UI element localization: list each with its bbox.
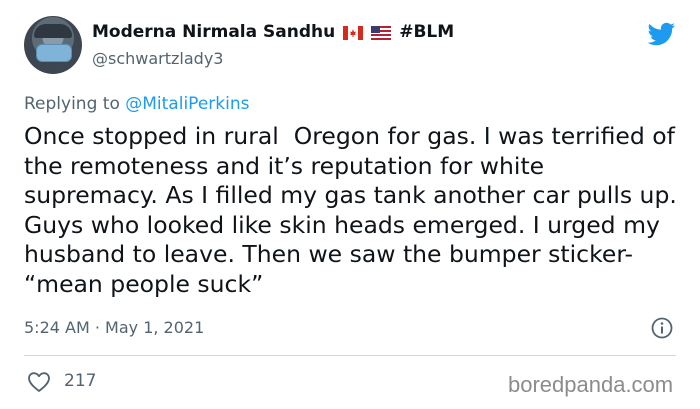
info-icon[interactable]	[650, 316, 674, 340]
like-heart-icon[interactable]	[27, 371, 51, 393]
us-flag-icon	[371, 26, 392, 40]
reply-mention-link[interactable]: @MitaliPerkins	[125, 94, 249, 114]
user-handle[interactable]: @schwartzlady3	[92, 49, 223, 68]
hashtag[interactable]: #BLM	[399, 22, 454, 42]
author-name-row[interactable]: Moderna Nirmala Sandhu #BLM	[92, 22, 454, 42]
avatar-face-mask	[36, 44, 72, 62]
replying-to: Replying to @MitaliPerkins	[24, 94, 249, 114]
avatar-hat	[34, 24, 72, 38]
avatar[interactable]	[24, 16, 82, 74]
tweet-text: Once stopped in rural Oregon for gas. I …	[24, 122, 685, 298]
like-count: 217	[64, 371, 97, 391]
display-name[interactable]: Moderna Nirmala Sandhu	[92, 22, 335, 42]
tweet-timestamp[interactable]: 5:24 AM · May 1, 2021	[24, 318, 204, 337]
divider	[24, 355, 676, 356]
replying-prefix: Replying to	[24, 94, 120, 114]
canada-flag-icon	[343, 26, 364, 40]
twitter-bird-icon	[647, 22, 676, 46]
watermark: boredpanda.com	[508, 372, 674, 397]
